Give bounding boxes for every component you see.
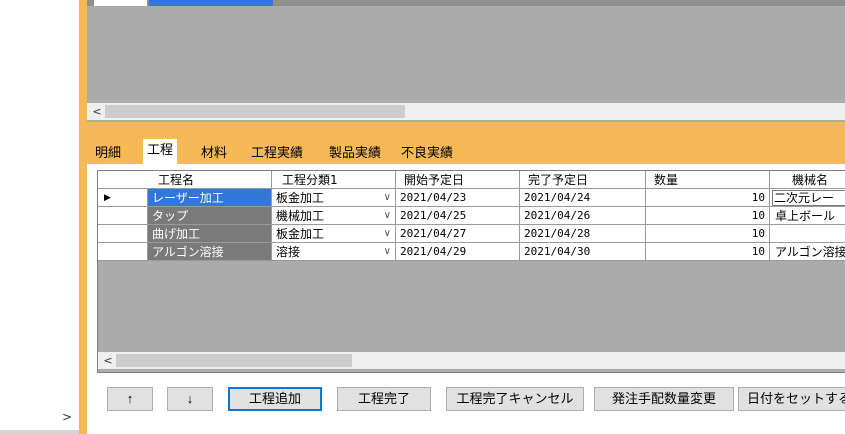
change-order-quantity-button[interactable]: 発注手配数量変更 xyxy=(594,387,734,411)
category-dropdown[interactable]: 板金加工 ∨ xyxy=(272,225,396,243)
start-date-cell[interactable]: 2021/04/25 xyxy=(396,207,520,225)
process-name-cell[interactable]: 曲げ加工 xyxy=(148,225,272,243)
end-date-cell[interactable]: 2021/04/28 xyxy=(520,225,646,243)
category-dropdown[interactable]: 溶接 ∨ xyxy=(272,243,396,261)
column-header-start-date[interactable]: 開始予定日 xyxy=(396,171,520,189)
table-row[interactable]: アルゴン溶接 溶接 ∨ 2021/04/29 2021/04/30 10 アルゴン… xyxy=(98,243,845,261)
add-process-button[interactable]: 工程追加 xyxy=(228,387,322,411)
tab-defect-results[interactable]: 不良実績 xyxy=(397,143,458,164)
complete-process-button[interactable]: 工程完了 xyxy=(337,387,431,411)
move-down-button[interactable]: ↓ xyxy=(167,387,213,411)
quantity-cell[interactable]: 10 xyxy=(646,243,770,261)
process-name-cell[interactable]: アルゴン溶接 xyxy=(148,243,272,261)
process-name-cell[interactable]: タップ xyxy=(148,207,272,225)
column-header-machine[interactable]: 機械名 xyxy=(770,171,845,189)
chevron-down-icon[interactable]: ∨ xyxy=(384,225,391,242)
table-row[interactable]: 曲げ加工 板金加工 ∨ 2021/04/27 2021/04/28 10 xyxy=(98,225,845,243)
quantity-cell[interactable]: 10 xyxy=(646,207,770,225)
tab-strip: 明細 工程 材料 工程実績 製品実績 不良実績 xyxy=(87,138,845,165)
upper-horizontal-scrollbar[interactable]: < xyxy=(87,103,845,120)
cancel-completion-button[interactable]: 工程完了キャンセル xyxy=(446,387,584,411)
scroll-left-icon[interactable]: < xyxy=(90,104,104,119)
upper-grid-selected-cell[interactable] xyxy=(149,0,273,6)
left-pane: > xyxy=(0,0,220,434)
row-selector[interactable] xyxy=(98,225,148,243)
tab-process-results[interactable]: 工程実績 xyxy=(247,143,308,164)
table-row[interactable]: タップ 機械加工 ∨ 2021/04/25 2021/04/26 10 卓上ボール xyxy=(98,207,845,225)
quantity-cell[interactable]: 10 xyxy=(646,189,770,207)
machine-cell[interactable] xyxy=(770,225,845,243)
lower-horizontal-scrollbar[interactable]: < xyxy=(98,352,845,369)
set-date-button[interactable]: 日付をセットする xyxy=(738,387,845,411)
move-up-button[interactable]: ↑ xyxy=(107,387,153,411)
category-value: 機械加工 xyxy=(276,209,325,223)
end-date-cell[interactable]: 2021/04/30 xyxy=(520,243,646,261)
scrollbar-thumb[interactable] xyxy=(116,354,352,367)
machine-cell[interactable]: 卓上ボール xyxy=(770,207,845,225)
row-header-corner xyxy=(98,171,151,189)
start-date-cell[interactable]: 2021/04/27 xyxy=(396,225,520,243)
start-date-cell[interactable]: 2021/04/29 xyxy=(396,243,520,261)
category-value: 板金加工 xyxy=(276,191,325,205)
column-header-quantity[interactable]: 数量 xyxy=(646,171,770,189)
machine-combobox[interactable]: 二次元レー xyxy=(772,190,845,206)
machine-cell[interactable]: 二次元レー xyxy=(770,189,845,207)
start-date-cell[interactable]: 2021/04/23 xyxy=(396,189,520,207)
chevron-down-icon[interactable]: ∨ xyxy=(384,189,391,206)
column-header-category[interactable]: 工程分類1 xyxy=(272,171,396,189)
quantity-cell[interactable]: 10 xyxy=(646,225,770,243)
tab-details[interactable]: 明細 xyxy=(91,143,126,164)
row-selector[interactable] xyxy=(98,207,148,225)
chevron-down-icon[interactable]: ∨ xyxy=(384,207,391,224)
end-date-cell[interactable]: 2021/04/26 xyxy=(520,207,646,225)
process-name-cell[interactable]: レーザー加工 xyxy=(148,189,272,207)
scroll-left-icon[interactable]: < xyxy=(101,353,115,368)
chevron-down-icon[interactable]: ∨ xyxy=(384,243,391,260)
category-value: 溶接 xyxy=(276,245,301,259)
grid-header-row: 工程名 工程分類1 開始予定日 完了予定日 数量 機械名 xyxy=(98,171,845,189)
table-row[interactable]: ▶ レーザー加工 板金加工 ∨ 2021/04/23 2021/04/24 10 … xyxy=(98,189,845,207)
tab-materials[interactable]: 材料 xyxy=(197,143,232,164)
category-dropdown[interactable]: 板金加工 ∨ xyxy=(272,189,396,207)
column-header-end-date[interactable]: 完了予定日 xyxy=(520,171,646,189)
category-dropdown[interactable]: 機械加工 ∨ xyxy=(272,207,396,225)
process-grid[interactable]: 工程名 工程分類1 開始予定日 完了予定日 数量 機械名 ▶ レーザー加工 板金… xyxy=(97,170,845,373)
tab-product-results[interactable]: 製品実績 xyxy=(325,143,386,164)
column-header-process-name[interactable]: 工程名 xyxy=(148,171,272,189)
row-selector[interactable] xyxy=(98,243,148,261)
upper-grid-cell[interactable] xyxy=(94,0,147,6)
tab-process[interactable]: 工程 xyxy=(143,139,178,165)
category-value: 板金加工 xyxy=(276,227,325,241)
upper-grid[interactable]: < xyxy=(87,0,845,122)
scrollbar-thumb[interactable] xyxy=(105,105,405,118)
expand-chevron-icon[interactable]: > xyxy=(60,410,74,424)
machine-cell[interactable]: アルゴン溶接 xyxy=(770,243,845,261)
end-date-cell[interactable]: 2021/04/24 xyxy=(520,189,646,207)
row-selector-icon[interactable]: ▶ xyxy=(98,189,148,207)
